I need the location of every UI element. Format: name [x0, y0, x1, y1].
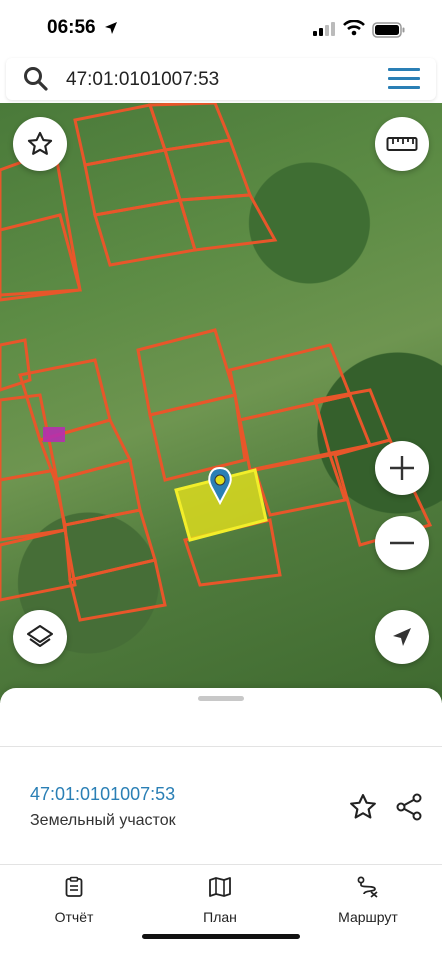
search-bar: [6, 58, 436, 100]
tab-report[interactable]: Отчёт: [14, 876, 134, 925]
ruler-button[interactable]: [375, 117, 429, 171]
location-arrow-icon: [105, 22, 117, 34]
star-icon[interactable]: [348, 792, 378, 822]
plus-icon: [390, 456, 414, 480]
home-indicator[interactable]: [142, 934, 300, 939]
favorite-map-button[interactable]: [13, 117, 67, 171]
zoom-out-button[interactable]: [375, 516, 429, 570]
navigation-arrow-icon: [393, 628, 411, 646]
sheet-grabber[interactable]: [198, 696, 244, 701]
layers-icon: [27, 625, 53, 647]
battery-icon: [372, 22, 405, 38]
cadastral-number[interactable]: 47:01:0101007:53: [30, 784, 175, 805]
divider: [0, 864, 442, 865]
tab-plan[interactable]: План: [160, 876, 280, 925]
divider: [0, 746, 442, 747]
parcel-info-sheet: 47:01:0101007:53 Земельный участок Отчёт…: [0, 688, 442, 960]
report-icon: [65, 876, 83, 897]
object-type: Земельный участок: [30, 812, 176, 829]
tab-plan-label: План: [203, 909, 237, 925]
status-time: 06:56: [47, 17, 96, 38]
tab-report-label: Отчёт: [54, 909, 94, 925]
search-input[interactable]: [64, 64, 368, 96]
share-icon[interactable]: [394, 792, 424, 822]
zoom-in-button[interactable]: [375, 441, 429, 495]
star-icon: [27, 131, 53, 155]
parcel-overlay: [0, 103, 433, 622]
layers-button[interactable]: [13, 610, 67, 664]
route-icon: [357, 876, 378, 898]
hamburger-menu-icon[interactable]: [388, 68, 420, 90]
ruler-icon: [386, 137, 418, 151]
cellular-signal-icon: [313, 22, 335, 36]
wifi-icon: [343, 20, 365, 36]
tab-route[interactable]: Маршрут: [308, 876, 428, 925]
map-view[interactable]: [0, 103, 442, 703]
search-icon[interactable]: [23, 66, 49, 92]
map-plan-icon: [209, 877, 231, 897]
minus-icon: [390, 541, 414, 545]
tab-route-label: Маршрут: [338, 909, 398, 925]
status-bar: 06:56: [0, 0, 442, 58]
my-location-button[interactable]: [375, 610, 429, 664]
